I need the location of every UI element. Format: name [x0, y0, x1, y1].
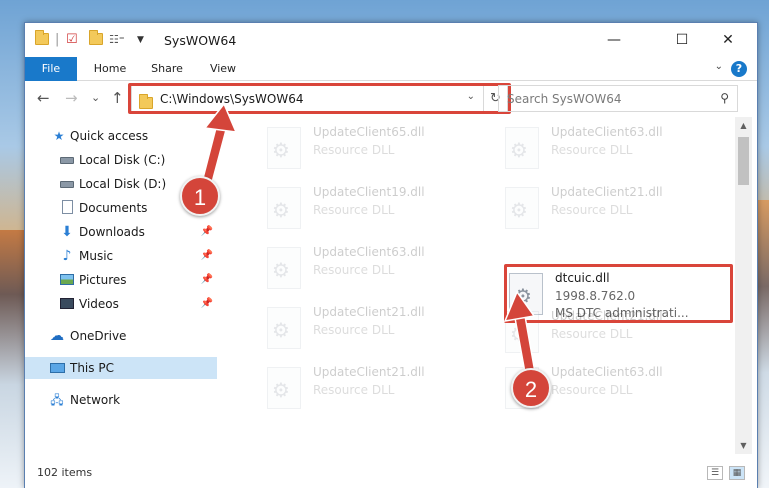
step-2-badge: 2	[511, 368, 551, 408]
arrow-1-head	[203, 102, 238, 133]
step-1-badge: 1	[180, 176, 220, 216]
arrow-2-head	[503, 290, 536, 322]
annotation-arrows	[199, 102, 537, 379]
